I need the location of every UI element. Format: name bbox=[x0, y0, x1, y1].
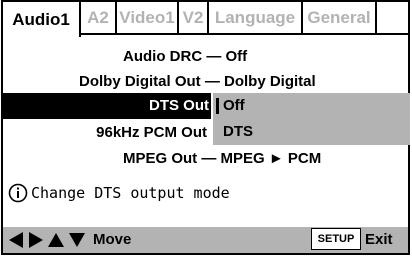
tab-language[interactable]: Language bbox=[209, 2, 303, 35]
dropdown-option-dts[interactable]: DTS bbox=[213, 119, 410, 145]
menu-item-dts-out[interactable]: DTS Out bbox=[3, 93, 211, 119]
dts-out-dropdown[interactable]: Off DTS bbox=[213, 93, 410, 145]
arrow-keys-icon bbox=[9, 232, 85, 248]
dropdown-option-off[interactable]: Off bbox=[213, 93, 410, 119]
96khz-pcm-out-label: 96kHz PCM Out bbox=[96, 123, 207, 141]
tab-general[interactable]: General bbox=[303, 2, 377, 35]
info-text: Change DTS output mode bbox=[31, 184, 230, 202]
tab-bar: Audio1 A2 Video1 V2 Language General bbox=[3, 2, 412, 37]
info-line: Change DTS output mode bbox=[8, 182, 230, 204]
setup-button[interactable]: SETUP bbox=[311, 228, 361, 250]
tab-a2[interactable]: A2 bbox=[81, 2, 117, 35]
mpeg-out-text: MPEG Out — MPEG ► PCM bbox=[123, 149, 322, 167]
tab-v2[interactable]: V2 bbox=[179, 2, 209, 35]
menu-item-96khz-pcm-out[interactable]: 96kHz PCM Out bbox=[3, 121, 211, 143]
menu-item-dolby-digital-out[interactable]: Dolby Digital Out — Dolby Digital bbox=[3, 70, 408, 92]
settings-window: Audio1 A2 Video1 V2 Language General Aud… bbox=[1, 0, 410, 255]
bottom-bar: Move SETUP Exit bbox=[3, 227, 408, 253]
dropdown-option-dts-label: DTS bbox=[223, 123, 253, 140]
selection-cursor bbox=[216, 98, 219, 114]
tab-bar-filler bbox=[377, 2, 408, 35]
menu-item-audio-drc[interactable]: Audio DRC — Off bbox=[3, 45, 408, 67]
exit-label: Exit bbox=[365, 231, 393, 248]
dropdown-option-off-label: Off bbox=[223, 97, 245, 114]
tab-video1[interactable]: Video1 bbox=[117, 2, 179, 35]
info-icon bbox=[8, 183, 28, 203]
dolby-digital-out-text: Dolby Digital Out — Dolby Digital bbox=[79, 72, 316, 90]
move-label: Move bbox=[93, 231, 132, 248]
tab-audio1[interactable]: Audio1 bbox=[3, 2, 81, 37]
menu-item-mpeg-out[interactable]: MPEG Out — MPEG ► PCM bbox=[3, 147, 408, 169]
dts-out-label: DTS Out bbox=[149, 97, 209, 114]
audio-drc-text: Audio DRC — Off bbox=[123, 47, 248, 65]
